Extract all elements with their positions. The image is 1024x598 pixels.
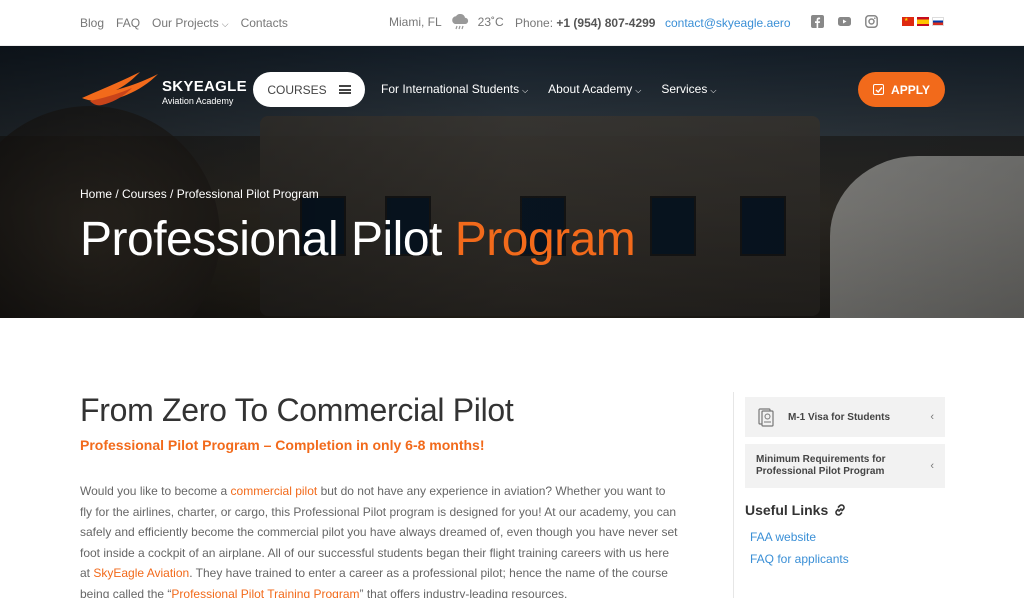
skyeagle-logo[interactable]: SKYEAGLE Aviation Academy [80, 68, 247, 112]
our-projects-link[interactable]: Our Projects ⌵ [152, 16, 229, 30]
sidebar-card-m1-visa[interactable]: M-1 Visa for Students ‹ [745, 397, 945, 437]
main-nav: For International Students ⌵ About Academ… [381, 82, 716, 96]
nav-item-international-students[interactable]: For International Students ⌵ [381, 82, 528, 96]
main-content: From Zero To Commercial Pilot Profession… [80, 392, 680, 598]
paragraph-text: ” that offers industry-leading resources… [359, 586, 568, 598]
useful-links-heading: Useful Links [745, 502, 945, 518]
contacts-link[interactable]: Contacts [241, 16, 288, 30]
nav-item-label: Services [661, 82, 708, 96]
china-flag-icon[interactable]: ★ [902, 17, 914, 26]
title-main: Professional Pilot [80, 213, 455, 266]
logo-text-eagle: EAGLE [193, 78, 247, 95]
title-highlight: Program [454, 213, 636, 266]
courses-button[interactable]: COURSES [253, 72, 365, 107]
card-label: Minimum Requirements for Professional Pi… [756, 454, 886, 477]
top-links: Blog FAQ Our Projects ⌵ Contacts [80, 16, 288, 30]
nav-item-about-academy[interactable]: About Academy ⌵ [548, 82, 641, 96]
instagram-icon[interactable] [865, 15, 878, 28]
phone-number[interactable]: +1 (954) 807-4299 [556, 16, 655, 30]
card-content: M-1 Visa for Students [756, 407, 890, 427]
card-label: M-1 Visa for Students [788, 411, 891, 423]
breadcrumb[interactable]: Home / Courses / Professional Pilot Prog… [80, 187, 319, 201]
nav-item-services[interactable]: Services ⌵ [661, 82, 716, 96]
chevron-down-icon: ⌵ [221, 19, 229, 29]
phone-label: Phone: [515, 16, 554, 30]
chevron-left-icon: ‹ [930, 411, 934, 423]
passport-icon [758, 408, 774, 427]
blog-link[interactable]: Blog [80, 16, 104, 30]
logo-text: SKYEAGLE [162, 78, 247, 95]
facebook-icon[interactable] [811, 15, 824, 28]
hamburger-icon [338, 85, 351, 94]
professional-pilot-program-link[interactable]: Professional Pilot Training Program [171, 587, 359, 598]
faa-website-link[interactable]: FAA website [750, 530, 945, 544]
nav-item-label: For International Students [381, 82, 520, 96]
sidebar: M-1 Visa for Students ‹ Minimum Requirem… [745, 397, 945, 574]
language-flags: ★ [902, 17, 944, 26]
location-text: Miami, FL [389, 15, 442, 29]
russia-flag-icon[interactable] [932, 17, 944, 26]
weather-widget: Miami, FL 23˚C [389, 14, 504, 30]
chevron-down-icon: ⌵ [710, 86, 717, 95]
spain-flag-icon[interactable] [917, 17, 929, 26]
social-links [811, 15, 878, 28]
chevron-down-icon: ⌵ [522, 86, 529, 95]
apply-button[interactable]: APPLY [858, 72, 945, 107]
logo-subtext: Aviation Academy [162, 96, 234, 106]
skyeagle-aviation-link[interactable]: SkyEagle Aviation [93, 566, 189, 580]
top-bar: Blog FAQ Our Projects ⌵ Contacts Miami, F… [0, 0, 1024, 46]
checkbox-icon [873, 84, 885, 95]
email-link[interactable]: contact@skyeagle.aero [665, 16, 791, 30]
page-title: Professional Pilot Program [80, 212, 636, 267]
chevron-left-icon: ‹ [930, 460, 934, 472]
cloud-rain-icon [451, 14, 468, 30]
useful-links-title: Useful Links [745, 502, 829, 518]
section-heading: From Zero To Commercial Pilot [80, 392, 514, 428]
chevron-down-icon: ⌵ [635, 86, 642, 95]
apply-label: APPLY [891, 82, 930, 97]
sidebar-divider [733, 392, 734, 598]
useful-links-list: FAA website FAQ for applicants [745, 530, 945, 566]
paragraph-text: Would you like to become a [80, 484, 231, 498]
faq-applicants-link[interactable]: FAQ for applicants [750, 552, 945, 566]
our-projects-label: Our Projects [152, 16, 219, 30]
commercial-pilot-link[interactable]: commercial pilot [231, 484, 318, 498]
phone-info: Phone: +1 (954) 807-4299 [515, 16, 655, 30]
link-icon [835, 504, 846, 516]
sidebar-card-min-requirements[interactable]: Minimum Requirements for Professional Pi… [745, 444, 945, 488]
eagle-logo-icon [82, 72, 158, 106]
logo-text-sky: SKY [162, 78, 194, 95]
nav-item-label: About Academy [548, 82, 633, 96]
section-subtitle: Professional Pilot Program – Completion … [80, 437, 485, 453]
intro-paragraph: Would you like to become a commercial pi… [80, 481, 680, 598]
courses-label: COURSES [267, 82, 327, 97]
youtube-icon[interactable] [838, 15, 851, 28]
faq-link[interactable]: FAQ [116, 16, 140, 30]
temperature-text: 23˚C [477, 15, 504, 29]
